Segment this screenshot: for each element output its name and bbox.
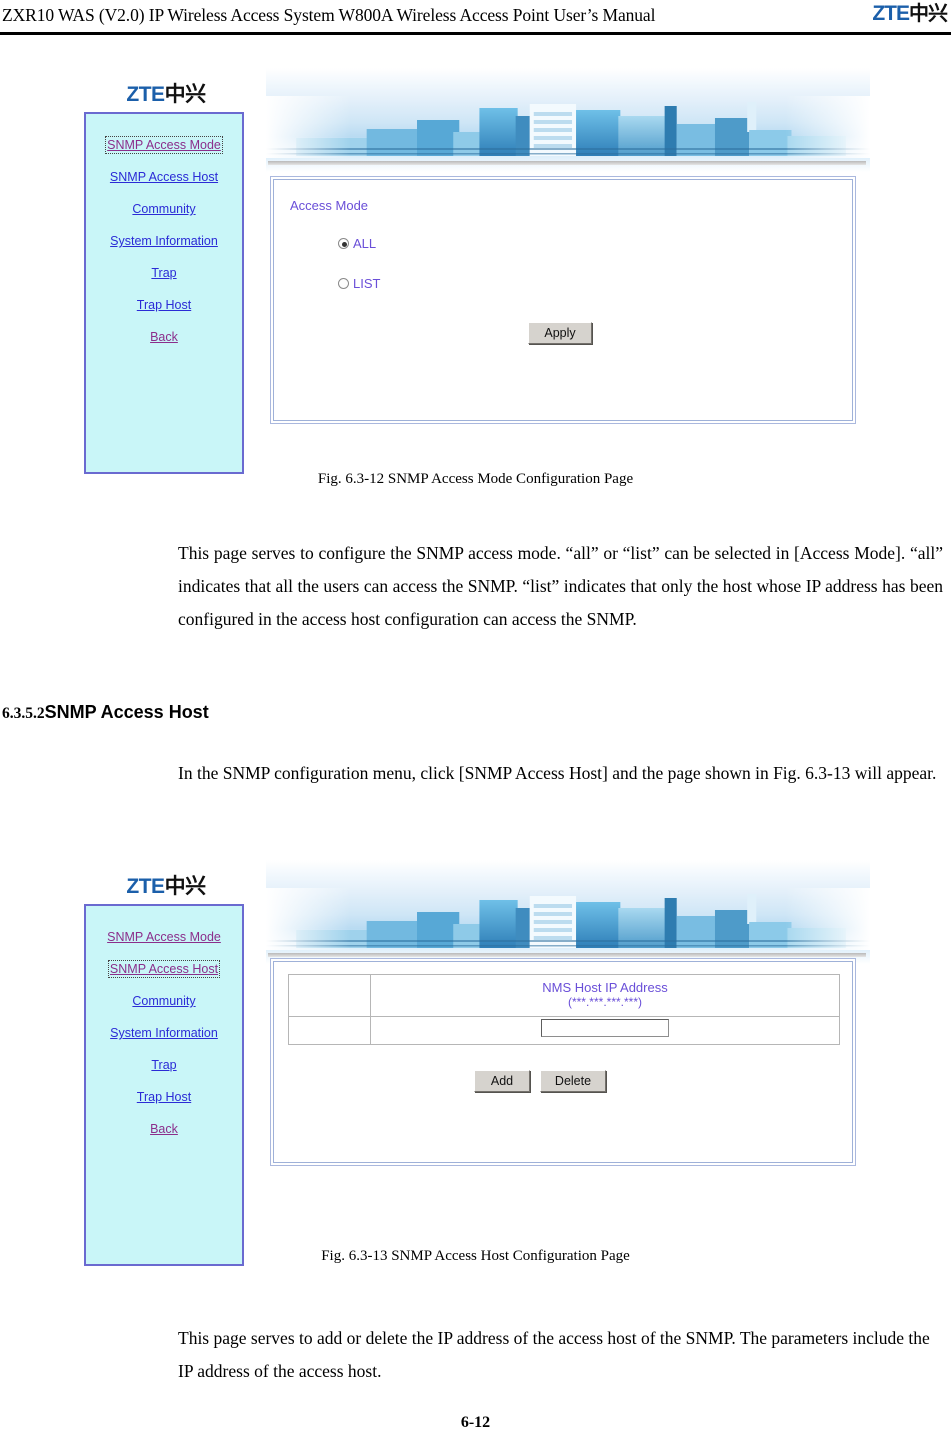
paragraph-access-mode-description: This page serves to configure the SNMP a…: [178, 543, 943, 629]
nav-item-trap[interactable]: Trap: [86, 264, 242, 282]
nav-link-label[interactable]: Community: [132, 202, 195, 216]
skyline-illustration: [266, 96, 870, 158]
access-host-card: NMS Host IP Address (***.***.***.***) Ad…: [270, 958, 856, 1166]
banner-ground-line: [268, 953, 866, 957]
nav-link-label[interactable]: System Information: [110, 1026, 218, 1040]
nav-item-snmp-access-host[interactable]: SNMP Access Host: [86, 960, 242, 978]
nav-list: SNMP Access Mode SNMP Access Host Commun…: [86, 906, 242, 1154]
section-title: SNMP Access Host: [44, 702, 209, 722]
paragraph-navigate-to-access-host: In the SNMP configuration menu, click [S…: [178, 763, 937, 783]
nav-zte-logo-mark: ZTE: [126, 83, 165, 106]
figure2-caption: Fig. 6.3-13 SNMP Access Host Configurati…: [321, 1248, 630, 1264]
nms-host-table: NMS Host IP Address (***.***.***.***): [288, 974, 840, 1045]
nav-item-system-information[interactable]: System Information: [86, 1024, 242, 1042]
nav-link-label[interactable]: Trap Host: [137, 298, 191, 312]
table-header-cell-select: [288, 974, 371, 1017]
access-mode-card: Access Mode ALL LIST Apply: [270, 176, 856, 424]
radio-all-icon[interactable]: [338, 238, 349, 249]
paragraph-access-host-description: This page serves to add or delete the IP…: [178, 1328, 930, 1381]
radio-all-label: ALL: [353, 236, 377, 251]
access-host-card-inner: NMS Host IP Address (***.***.***.***) Ad…: [273, 961, 853, 1163]
nav-link-label[interactable]: SNMP Access Host: [107, 960, 221, 978]
header-divider: [0, 32, 951, 35]
nms-host-ip-address-mask: (***.***.***.***): [567, 995, 643, 1009]
banner-skyline: [266, 68, 870, 172]
table-cell-select: [288, 1016, 371, 1045]
nav-item-back[interactable]: Back: [86, 328, 242, 346]
radio-option-list[interactable]: LIST: [338, 276, 380, 291]
nav-panel-access-host: ZTE中兴 SNMP Access Mode SNMP Access Host …: [84, 875, 244, 1266]
banner-skyline: [266, 860, 870, 964]
nav-link-label[interactable]: Back: [150, 330, 178, 344]
zte-logo-cn: 中兴: [909, 3, 948, 25]
nms-host-ip-address-title: NMS Host IP Address: [542, 980, 668, 995]
zte-logo: ZTE中兴: [872, 2, 948, 26]
page-header: ZXR10 WAS (V2.0) IP Wireless Access Syst…: [0, 0, 951, 42]
access-mode-label: Access Mode: [290, 198, 369, 213]
banner-ground-line: [268, 161, 866, 165]
nav-zte-logo: ZTE中兴: [86, 78, 246, 108]
nav-link-label[interactable]: System Information: [110, 234, 218, 248]
table-header-cell-ip: NMS Host IP Address (***.***.***.***): [370, 974, 840, 1017]
nav-item-trap-host[interactable]: Trap Host: [86, 1088, 242, 1106]
nav-link-label[interactable]: SNMP Access Mode: [107, 930, 221, 944]
nav-item-snmp-access-mode[interactable]: SNMP Access Mode: [86, 928, 242, 946]
table-row: [288, 1016, 840, 1045]
section-number: 6.3.5.2: [2, 705, 45, 722]
add-button[interactable]: Add: [474, 1070, 530, 1092]
delete-button[interactable]: Delete: [540, 1070, 606, 1092]
figure1-caption: Fig. 6.3-12 SNMP Access Mode Configurati…: [317, 471, 634, 487]
apply-button[interactable]: Apply: [528, 322, 592, 344]
nav-item-trap[interactable]: Trap: [86, 1056, 242, 1074]
radio-list-label: LIST: [353, 276, 381, 291]
page-number: 6-12: [460, 1414, 491, 1431]
nav-item-snmp-access-mode[interactable]: SNMP Access Mode: [86, 136, 242, 154]
nav-link-label[interactable]: SNMP Access Host: [110, 170, 218, 184]
nav-item-community[interactable]: Community: [86, 200, 242, 218]
nav-link-label[interactable]: SNMP Access Mode: [105, 136, 223, 154]
nav-zte-logo-cn: 中兴: [164, 875, 207, 898]
nav-link-label[interactable]: Community: [132, 994, 195, 1008]
figure-snmp-access-host: ZTE中兴 SNMP Access Mode SNMP Access Host …: [0, 852, 951, 1266]
table-header-row: NMS Host IP Address (***.***.***.***): [288, 974, 840, 1017]
nav-zte-logo-mark: ZTE: [126, 875, 165, 898]
nav-item-community[interactable]: Community: [86, 992, 242, 1010]
header-title: ZXR10 WAS (V2.0) IP Wireless Access Syst…: [2, 5, 656, 25]
figure-snmp-access-mode: ZTE中兴 SNMP Access Mode SNMP Access Host …: [0, 60, 951, 487]
section-heading-snmp-access-host: 6.3.5.2SNMP Access Host: [2, 702, 209, 723]
nav-link-label[interactable]: Trap: [151, 1058, 176, 1072]
radio-option-all[interactable]: ALL: [338, 236, 376, 251]
skyline-illustration: [266, 888, 870, 950]
nav-list: SNMP Access Mode SNMP Access Host Commun…: [86, 114, 242, 362]
nav-item-back[interactable]: Back: [86, 1120, 242, 1138]
nav-link-label[interactable]: Trap: [151, 266, 176, 280]
table-cell-ip-input: [370, 1016, 840, 1045]
nav-link-label[interactable]: Trap Host: [137, 1090, 191, 1104]
access-mode-card-inner: Access Mode ALL LIST Apply: [273, 179, 853, 421]
nav-zte-logo-cn: 中兴: [164, 83, 207, 106]
nav-panel-access-mode: ZTE中兴 SNMP Access Mode SNMP Access Host …: [84, 83, 244, 474]
nms-host-ip-input[interactable]: [541, 1019, 669, 1037]
nav-link-label[interactable]: Back: [150, 1122, 178, 1136]
radio-list-icon[interactable]: [338, 278, 349, 289]
nav-zte-logo: ZTE中兴: [86, 870, 246, 900]
zte-logo-mark: ZTE: [872, 2, 910, 25]
nav-item-trap-host[interactable]: Trap Host: [86, 296, 242, 314]
nav-item-snmp-access-host[interactable]: SNMP Access Host: [86, 168, 242, 186]
nav-item-system-information[interactable]: System Information: [86, 232, 242, 250]
